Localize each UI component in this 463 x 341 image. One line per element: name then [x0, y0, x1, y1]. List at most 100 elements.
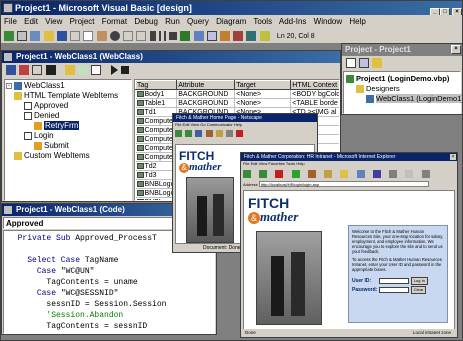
view-object-icon[interactable]: [359, 58, 370, 68]
webitems-tree: - WebClass1 HTML Template WebItems Approv…: [4, 79, 132, 201]
delete-icon[interactable]: [45, 65, 56, 75]
tree-node-approved[interactable]: Approved: [6, 101, 130, 111]
address-input[interactable]: http://localhost/HRlogin/login.asp: [258, 181, 429, 187]
menu-format[interactable]: Format: [102, 17, 127, 26]
back-icon[interactable]: [243, 169, 251, 178]
toggle-folders-icon[interactable]: [372, 58, 383, 68]
menu-diagram[interactable]: Diagram: [216, 17, 246, 26]
password-input[interactable]: [379, 287, 410, 293]
history-icon[interactable]: [356, 169, 365, 178]
print-icon[interactable]: [421, 169, 430, 178]
object-browser-icon[interactable]: [219, 31, 230, 41]
fullscreen-icon[interactable]: [389, 169, 398, 178]
menu-project[interactable]: Project: [70, 17, 95, 26]
project-folder-designers[interactable]: Designers: [346, 84, 458, 94]
copy-icon[interactable]: [83, 31, 94, 41]
table-row[interactable]: Body1 BACKGROUND <None> <BODY bgColo: [135, 89, 339, 99]
stop-icon[interactable]: [120, 66, 129, 74]
favorites-icon[interactable]: [340, 169, 349, 178]
add-form-icon[interactable]: [17, 31, 28, 41]
tree-node-submit[interactable]: Submit: [6, 141, 130, 151]
menu-editor-icon[interactable]: [30, 31, 41, 41]
menu-tools[interactable]: Tools: [253, 17, 272, 26]
play-icon[interactable]: [110, 65, 118, 75]
view-code-icon[interactable]: [346, 58, 356, 68]
add-html-template-icon[interactable]: [64, 65, 75, 75]
pause-icon[interactable]: [158, 31, 166, 41]
print-icon[interactable]: [226, 130, 234, 138]
redo-icon[interactable]: [136, 31, 147, 41]
tag-cell: Td1: [135, 107, 178, 117]
edit-html-icon[interactable]: [19, 65, 30, 75]
component-icon[interactable]: [259, 31, 270, 41]
save-icon[interactable]: [56, 31, 67, 41]
search-icon[interactable]: [324, 169, 333, 178]
tree-node-login[interactable]: Login: [6, 131, 130, 141]
refresh-icon[interactable]: [291, 169, 300, 178]
tree-node-webclass[interactable]: - WebClass1: [6, 81, 130, 91]
menu-window[interactable]: Window: [314, 17, 342, 26]
tag-icon: [136, 135, 144, 142]
maximize-icon[interactable]: □: [440, 8, 450, 15]
close-icon[interactable]: ×: [451, 45, 461, 54]
menu-addins[interactable]: Add-Ins: [279, 17, 307, 26]
undo-icon[interactable]: [123, 31, 134, 41]
toolbox-icon[interactable]: [233, 31, 244, 41]
cut-icon[interactable]: [70, 31, 81, 41]
userid-input[interactable]: [379, 278, 410, 284]
code-line: Select Case TagName: [27, 256, 119, 265]
forward-icon[interactable]: [185, 130, 193, 138]
minimize-icon[interactable]: _: [430, 8, 440, 15]
home-icon[interactable]: [307, 169, 316, 178]
ie-close-icon[interactable]: ×: [450, 154, 456, 160]
view-code-icon[interactable]: [91, 65, 102, 75]
table-row[interactable]: Table1 BACKGROUND <None> <TABLE borde: [135, 98, 339, 108]
project-root[interactable]: Project1 (LoginDemo.vbp): [346, 74, 458, 84]
properties-icon[interactable]: [193, 31, 204, 41]
menu-file[interactable]: File: [4, 17, 17, 26]
expand-icon[interactable]: -: [6, 82, 12, 89]
tree-node-html-template[interactable]: HTML Template WebItems: [6, 91, 130, 101]
column-attribute[interactable]: Attribute: [176, 80, 236, 90]
menu-edit[interactable]: Edit: [24, 17, 38, 26]
stop-icon[interactable]: [275, 169, 284, 178]
project-item-webclass[interactable]: WebClass1 (LoginDemo1): [346, 94, 462, 104]
mail-icon[interactable]: [405, 169, 414, 178]
table-cell: BACKGROUND: [176, 98, 236, 108]
column-target[interactable]: Target: [234, 80, 292, 90]
column-tag[interactable]: Tag: [135, 80, 178, 90]
menu-view[interactable]: View: [45, 17, 62, 26]
run-icon[interactable]: [149, 31, 156, 41]
search-icon[interactable]: [215, 130, 223, 138]
menu-query[interactable]: Query: [187, 17, 209, 26]
ie-title: Fitch & Mather Corporation: HR Intranet …: [241, 153, 457, 161]
form-layout-icon[interactable]: [206, 31, 217, 41]
data-view-icon[interactable]: [246, 31, 257, 41]
forward-icon[interactable]: [259, 169, 268, 178]
login-button[interactable]: Log In: [410, 277, 428, 285]
stop-icon[interactable]: [169, 32, 178, 40]
tree-node-retryfrm[interactable]: RetryFrm: [6, 121, 130, 131]
channels-icon[interactable]: [372, 169, 381, 178]
find-icon[interactable]: [109, 31, 120, 41]
back-icon[interactable]: [175, 130, 182, 138]
home-icon[interactable]: [205, 130, 213, 138]
stop-icon[interactable]: [236, 130, 244, 138]
close-icon[interactable]: ×: [452, 8, 462, 15]
menu-run[interactable]: Run: [165, 17, 180, 26]
open-icon[interactable]: [43, 31, 54, 41]
project-explorer-icon[interactable]: [180, 31, 191, 41]
properties-icon[interactable]: [6, 65, 16, 75]
add-project-icon[interactable]: [4, 31, 14, 41]
menu-help[interactable]: Help: [349, 17, 365, 26]
refresh-icon[interactable]: [78, 65, 89, 75]
folder-icon: [14, 91, 22, 100]
tree-node-denied[interactable]: Denied: [6, 111, 130, 121]
paste-icon[interactable]: [96, 31, 107, 41]
menu-debug[interactable]: Debug: [134, 17, 158, 26]
clear-button[interactable]: Clear: [410, 286, 427, 294]
add-custom-item-icon[interactable]: [32, 65, 43, 75]
reload-icon[interactable]: [195, 130, 203, 138]
tree-node-custom[interactable]: Custom WebItems: [6, 151, 130, 161]
column-html-context[interactable]: HTML Context: [290, 80, 339, 90]
